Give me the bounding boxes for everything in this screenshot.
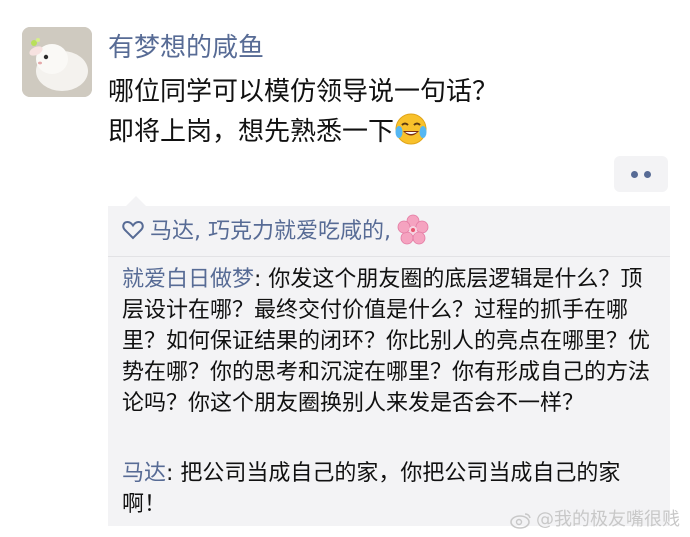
heart-icon xyxy=(122,220,144,240)
comment-item[interactable]: 就爱白日做梦: 你发这个朋友圈的底层逻辑是什么？顶层设计在哪？最终交付价值是什么… xyxy=(122,264,662,419)
rabbit-avatar-icon xyxy=(22,27,92,97)
divider xyxy=(108,256,670,257)
likes-row: 马达, 巧克力就爱吃咸的, xyxy=(122,212,429,252)
more-options-button[interactable] xyxy=(614,156,668,192)
crying-laughing-emoji-icon xyxy=(395,113,427,145)
comment-separator: : xyxy=(254,267,269,292)
avatar[interactable] xyxy=(22,27,92,97)
cherry-blossom-emoji-icon xyxy=(397,214,429,245)
watermark-text: @我的极友嘴很贱 xyxy=(536,509,680,530)
post-text: 哪位同学可以模仿领导说一句话？ 即将上岗，想先熟悉一下 xyxy=(108,72,668,152)
weibo-icon xyxy=(510,513,531,529)
comment-author[interactable]: 就爱白日做梦 xyxy=(122,267,254,292)
comment-separator: : xyxy=(166,461,181,486)
post-text-line: 哪位同学可以模仿领导说一句话？ xyxy=(108,77,499,107)
more-dot-icon xyxy=(631,170,638,178)
post-text-line: 即将上岗，想先熟悉一下 xyxy=(108,112,668,152)
more-dot-icon xyxy=(644,170,651,178)
post-author-name[interactable]: 有梦想的咸鱼 xyxy=(108,30,264,66)
watermark: @我的极友嘴很贱 xyxy=(510,508,680,532)
post-text-line-content: 即将上岗，想先熟悉一下 xyxy=(108,117,395,147)
comment-section: 马达, 巧克力就爱吃咸的, 就爱白日做梦: 你发这个朋友圈的底层逻辑是什么？顶层… xyxy=(108,196,670,526)
likes-names[interactable]: 马达, 巧克力就爱吃咸的, xyxy=(150,219,391,244)
comment-author[interactable]: 马达 xyxy=(122,461,166,486)
